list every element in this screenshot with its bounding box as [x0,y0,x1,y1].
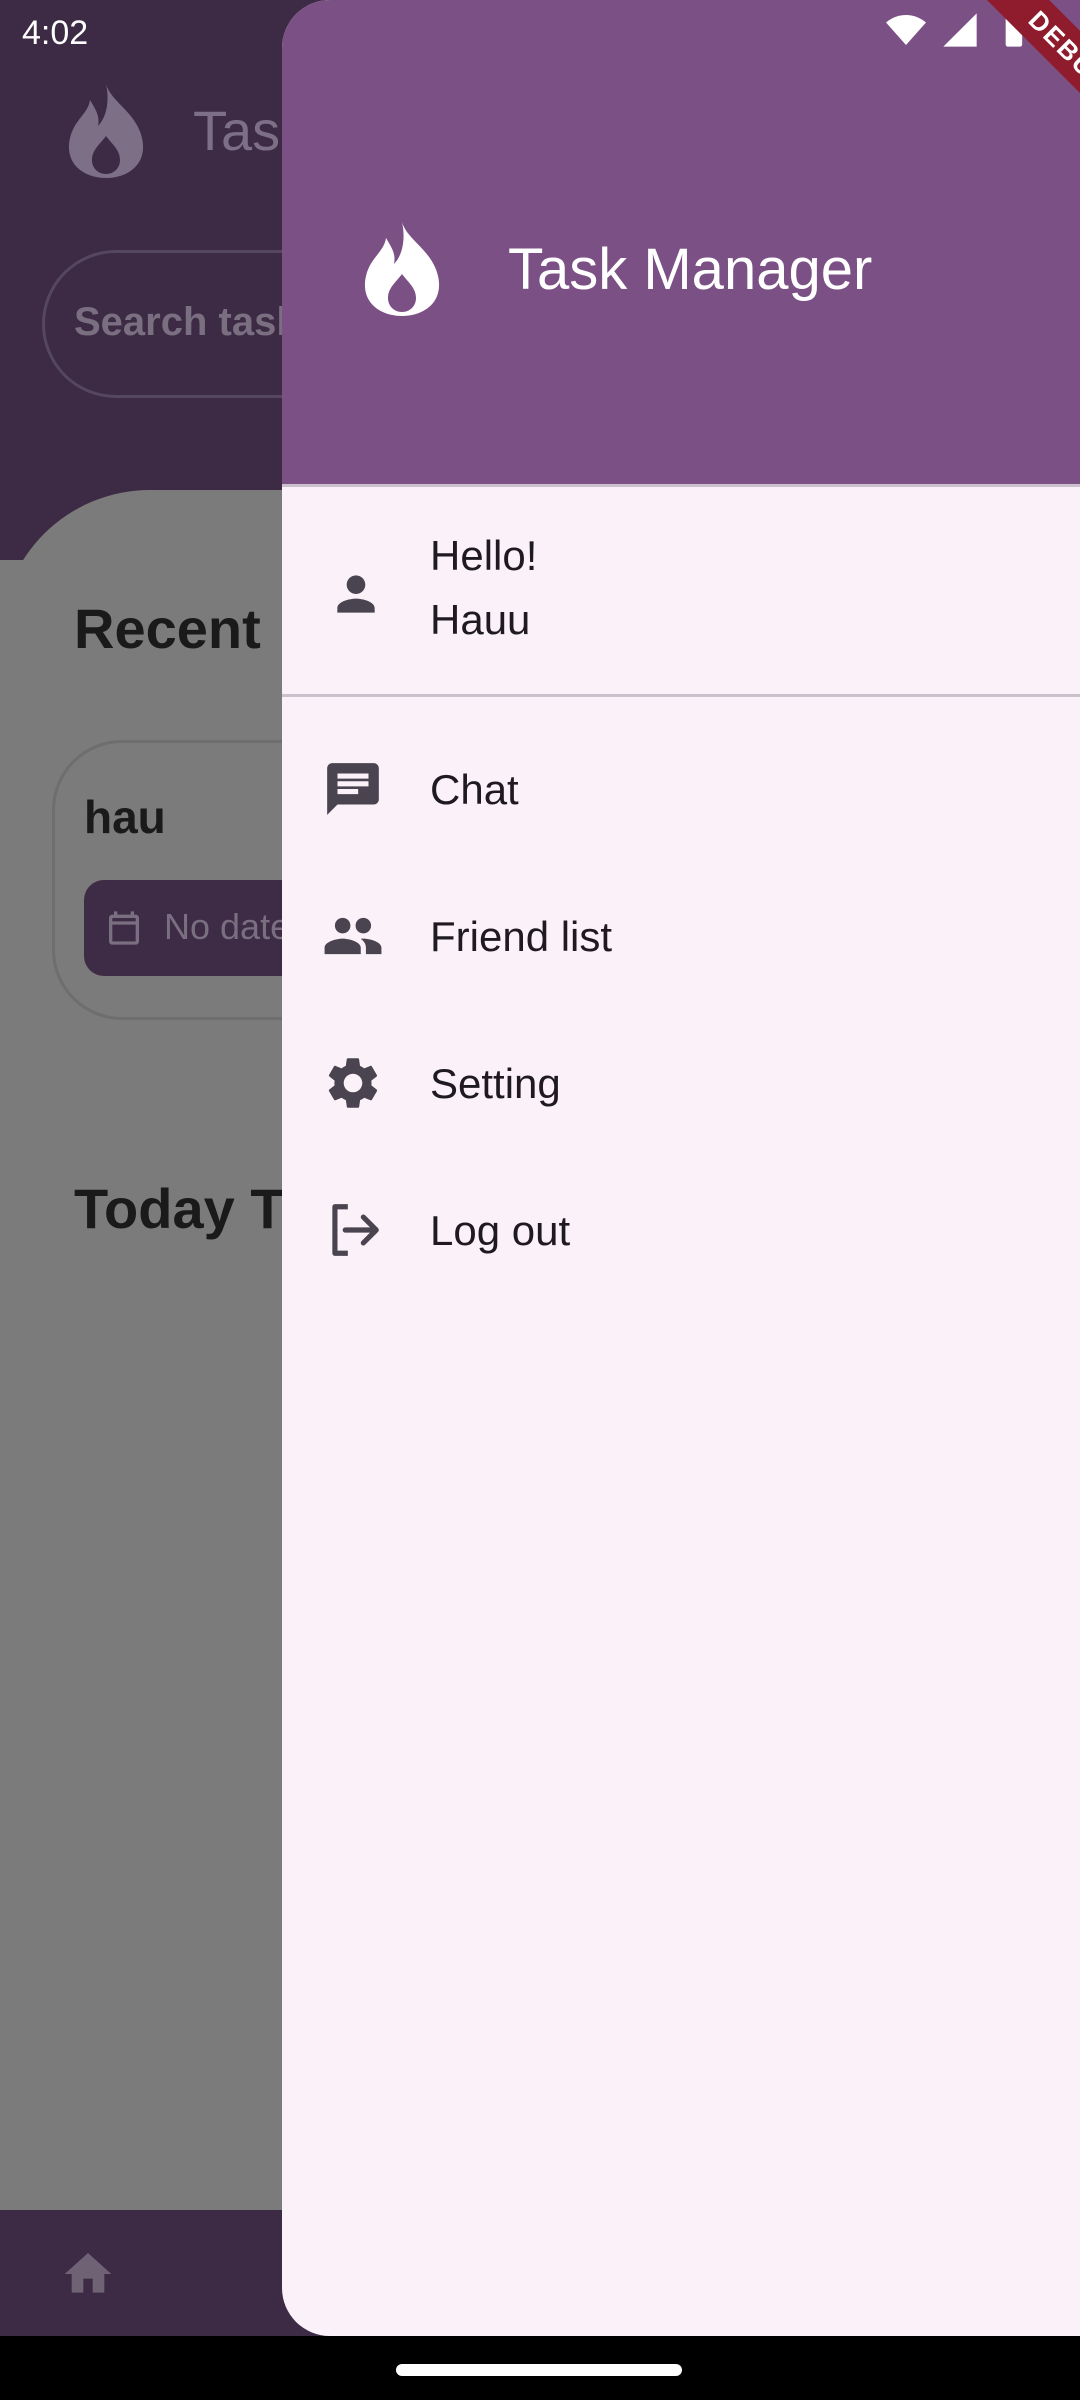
profile-divider [282,694,1080,697]
person-icon [337,575,375,613]
profile-greeting: Hello! [430,532,538,579]
background-date-chip-label: No date [164,906,291,947]
drawer-item-label: Log out [430,1207,571,1254]
logout-icon [332,1204,379,1256]
gesture-handle[interactable] [396,2364,682,2376]
drawer-item-label: Chat [430,766,519,813]
flame-icon [364,222,440,316]
calendar-icon [109,911,139,945]
status-time: 4:02 [22,14,89,52]
wifi-icon [886,15,926,45]
profile-tile[interactable]: Hello! Hauu [282,486,1080,694]
drawer-item-setting[interactable]: Setting [282,1012,1080,1152]
background-task-card-title: hau [84,791,166,843]
drawer-header: Task Manager [282,0,1080,484]
profile-name: Hauu [430,596,531,643]
background-recent-heading: Recent [74,597,261,660]
drawer-item-log-out[interactable]: Log out [282,1159,1080,1299]
navigation-drawer: Task Manager Hello! Hauu Chat Friend lis… [282,0,1080,2336]
drawer-item-label: Friend list [430,913,613,960]
background-search-placeholder: Search task [74,300,299,344]
cell-signal-icon [943,13,977,47]
flame-icon [68,84,144,178]
background-today-heading: Today Ta [74,1177,312,1240]
chat-icon [327,763,379,815]
drawer-item-label: Setting [430,1060,561,1107]
people-icon [324,917,382,955]
drawer-item-chat[interactable]: Chat [282,718,1080,858]
drawer-title: Task Manager [508,237,873,302]
home-icon [64,2253,112,2293]
drawer-item-friend-list[interactable]: Friend list [282,865,1080,1005]
gear-icon [328,1058,378,1108]
